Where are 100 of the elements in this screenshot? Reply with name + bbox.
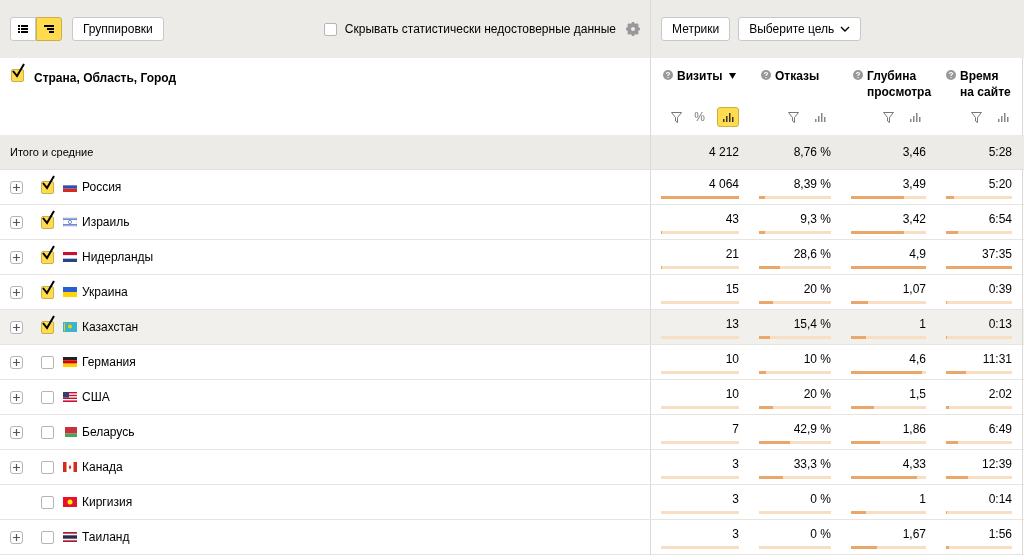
checkbox[interactable] [41,209,56,229]
goal-select[interactable]: Выберите цель [738,17,862,41]
flag-icon [63,497,77,507]
expand-button[interactable] [10,530,23,544]
list-icon [18,25,28,33]
country-name[interactable]: Казахстан [82,318,139,336]
metric-value: 3 [732,526,739,543]
country-name[interactable]: Канада [82,458,123,476]
metric-value: 7 [732,421,739,438]
plus-icon [13,428,20,436]
expand-button[interactable] [10,320,23,334]
plus-icon [13,253,20,261]
country-name[interactable]: Израиль [82,213,130,231]
expand-button[interactable] [10,250,23,264]
metric-value: 4 064 [708,176,739,193]
expand-button[interactable] [10,180,23,194]
check-icon [41,209,55,226]
flag-icon [63,217,77,227]
plus-icon [13,288,20,296]
metric-value: 11:31 [982,351,1012,368]
metric-value: 1,07 [902,281,926,298]
check-icon [41,314,55,331]
checkbox[interactable] [11,63,26,82]
checkbox-label: Скрывать статистически недостоверные данные [344,21,616,38]
metric-value: 33,3 % [793,456,831,473]
metric-value: 8,39 % [793,176,831,193]
filter-icon[interactable] [788,111,799,123]
check-icon [41,174,55,191]
metric-value: 10 [725,351,739,368]
metric-value: 1 [919,491,926,508]
expand-button[interactable] [10,425,23,439]
metric-value: 28,6 % [793,246,831,263]
column-header[interactable]: Отказы [775,68,820,84]
bars-toggle-button[interactable] [717,107,739,127]
plus-icon [13,323,20,331]
dimension-header: Страна, Область, Город [34,70,177,87]
bar-chart-icon [997,112,1009,122]
flag-icon [63,182,77,192]
country-name[interactable]: Украина [82,283,128,301]
flag-icon [63,252,77,262]
metric-value: 42,9 % [793,421,831,438]
checkbox[interactable] [41,279,56,299]
metric-value: 1 [919,316,926,333]
flag-icon [63,392,77,402]
metric-value: 3 [732,456,739,473]
bar-chart-icon [722,112,734,122]
groupings-button[interactable]: Группировки [72,17,164,41]
metric-value: 21 [725,246,739,263]
expand-button[interactable] [10,460,23,474]
country-name[interactable]: Киргизия [82,493,133,511]
filter-icon[interactable] [671,111,683,123]
metric-value: 43 [725,211,739,228]
country-name[interactable]: Германия [82,353,136,371]
metrics-button[interactable]: Метрики [661,17,731,41]
metric-value: 0:39 [988,281,1012,298]
list-view-button[interactable] [10,17,36,41]
expand-button[interactable] [10,215,23,229]
country-name[interactable]: Россия [82,178,122,196]
metric-value: 12:39 [981,456,1012,473]
metric-value: 4,9 [909,246,926,263]
expand-button[interactable] [10,390,23,404]
column-header[interactable]: Время на сайте [960,68,1014,100]
country-name[interactable]: США [82,388,110,406]
metric-value: 20 % [803,386,831,403]
checkbox[interactable] [41,244,56,264]
checkbox[interactable] [41,314,56,334]
tree-view-button[interactable] [36,17,62,41]
metric-value: 0:13 [988,316,1012,333]
help-icon [663,70,673,80]
metric-value: 4,6 [909,351,926,368]
flag-icon [63,287,77,297]
country-name[interactable]: Нидерланды [82,248,154,266]
expand-button[interactable] [10,355,23,369]
help-icon [853,70,863,80]
metric-value: 20 % [803,281,831,298]
chevron-down-icon [840,26,851,32]
checkbox[interactable] [41,174,56,194]
country-name[interactable]: Таиланд [82,528,130,546]
flag-icon [63,357,77,367]
country-name[interactable]: Беларусь [82,423,135,441]
expand-button[interactable] [10,285,23,299]
metric-value: 3 [732,491,739,508]
metric-value: 1,67 [902,526,926,543]
metric-value: 6:49 [988,421,1012,438]
metric-value: 9,3 % [800,211,831,228]
metric-value: 1,5 [909,386,926,403]
filter-icon[interactable] [883,111,894,123]
metric-value: 0:14 [988,491,1012,508]
percent-button[interactable]: % [692,108,707,126]
flag-icon [63,427,77,437]
plus-icon [13,183,20,191]
metric-value: 0 % [810,526,831,543]
total-value: 4 212 [708,144,739,161]
plus-icon [13,533,20,541]
plus-icon [13,358,20,366]
filter-icon[interactable] [971,111,982,123]
column-header[interactable]: Глубина просмотра [867,68,932,100]
plus-icon [13,463,20,471]
column-header[interactable]: Визиты [677,68,723,84]
metric-value: 1,86 [902,421,926,438]
